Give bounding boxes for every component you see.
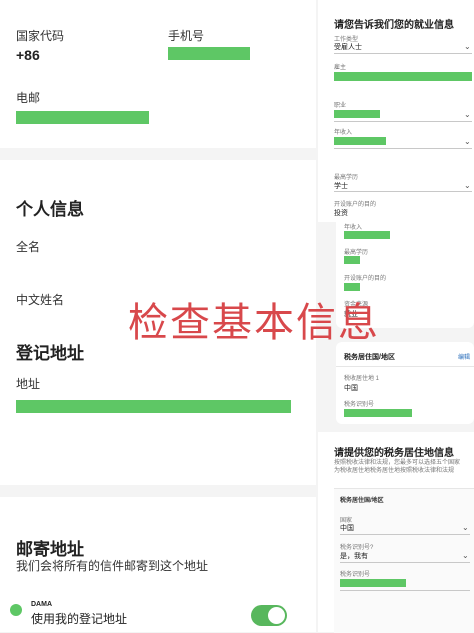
annual-income-label: 年收入 <box>334 130 353 136</box>
tax-card-tin-redacted <box>344 409 412 417</box>
summary-account-purpose-label: 开设账户的目的 <box>344 276 387 282</box>
use-registered-address-toggle[interactable] <box>251 605 287 626</box>
country-code-value[interactable]: +86 <box>16 47 40 63</box>
country-code-label: 国家代码 <box>16 29 65 43</box>
card-tag: DAMA <box>31 601 52 608</box>
personal-info-title: 个人信息 <box>16 200 84 219</box>
annual-income-value-redacted[interactable] <box>334 137 386 145</box>
tax-info-inner-card: 税务居住国/地区 国家 中国 ⌄ 税务识别号? 是，我有 ⌄ 税务识别号 <box>334 488 474 633</box>
tax-tin-redacted[interactable] <box>340 579 406 587</box>
occupation-label: 职业 <box>334 103 347 109</box>
summary-education-label: 最高学历 <box>344 250 369 256</box>
tax-country-chevron-icon[interactable]: ⌄ <box>462 523 469 532</box>
tax-residence-card: 税务居住国/地区 编辑 税收居住地 1 中国 税务识别号 <box>336 342 474 424</box>
phone-value-redacted[interactable] <box>168 47 250 60</box>
overlay-title: 检查基本信息 <box>128 300 380 346</box>
education-chevron-icon[interactable]: ⌄ <box>464 181 471 190</box>
tax-country-underline <box>340 534 470 535</box>
status-dot <box>10 604 22 616</box>
tax-residence-1-label: 税收居住地 1 <box>344 376 380 382</box>
occupation-value-redacted[interactable] <box>334 110 380 118</box>
summary-annual-income-label: 年收入 <box>344 225 363 231</box>
address-label: 地址 <box>16 377 41 391</box>
occupation-underline <box>334 121 472 122</box>
registered-address-title: 登记地址 <box>16 344 84 363</box>
education-underline <box>334 191 472 192</box>
contact-panel: 国家代码 +86 手机号 电邮 <box>0 0 316 148</box>
address-value-redacted[interactable] <box>16 400 291 413</box>
account-purpose-label: 开设账户的目的 <box>334 202 377 208</box>
has-tin-value[interactable]: 是，我有 <box>340 551 368 561</box>
employment-type-chevron-icon[interactable]: ⌄ <box>464 42 471 51</box>
tax-info-desc-line2: 为税收居住地税务居住地按照税收法律和法规 <box>334 468 455 474</box>
employment-title: 请您告诉我们您的就业信息 <box>334 20 454 31</box>
annual-income-chevron-icon[interactable]: ⌄ <box>464 137 471 146</box>
phone-label: 手机号 <box>168 29 205 43</box>
full-name-label: 全名 <box>16 240 41 254</box>
employment-type-value[interactable]: 受雇人士 <box>334 42 362 52</box>
occupation-chevron-icon[interactable]: ⌄ <box>464 110 471 119</box>
has-tin-underline <box>340 562 470 563</box>
tax-tin-label: 税务识别号 <box>340 572 371 578</box>
employment-panel: 请您告诉我们您的就业信息 工作类型 受雇人士 ⌄ 雇主 职业 ⌄ 年收入 ⌄ 最… <box>318 0 474 222</box>
has-tin-chevron-icon[interactable]: ⌄ <box>462 551 469 560</box>
chinese-name-label: 中文姓名 <box>16 293 65 307</box>
tax-info-panel: 请提供您的税务居住地信息 按照税收法律和法规，您最多可以选择五个国家 为税收居住… <box>318 432 474 633</box>
tax-tin-underline <box>340 590 470 591</box>
employer-value-redacted[interactable] <box>334 72 472 81</box>
tax-info-section-label: 税务居住国/地区 <box>340 498 384 504</box>
tax-card-tin-label: 税务识别号 <box>344 402 375 408</box>
tax-country-value[interactable]: 中国 <box>340 523 354 533</box>
education-value[interactable]: 学士 <box>334 181 348 191</box>
use-registered-address-label: 使用我的登记地址 <box>31 612 128 626</box>
toggle-knob <box>268 607 285 624</box>
education-label: 最高学历 <box>334 175 359 181</box>
email-label: 电邮 <box>16 91 41 105</box>
employer-label: 雇主 <box>334 65 347 71</box>
email-value-redacted[interactable] <box>16 111 149 124</box>
employment-type-underline <box>334 53 472 54</box>
has-tin-label: 税务识别号? <box>340 545 374 551</box>
annual-income-underline <box>334 148 472 149</box>
tax-residence-1-value: 中国 <box>344 385 358 392</box>
tax-residence-edit-link[interactable]: 编辑 <box>458 352 470 361</box>
summary-annual-income-redacted <box>344 231 390 239</box>
account-purpose-value[interactable]: 投资 <box>334 208 348 218</box>
mailing-address-subtitle: 我们会将所有的信件邮寄到这个地址 <box>16 559 209 573</box>
tax-card-divider <box>336 366 474 367</box>
summary-education-redacted <box>344 256 360 264</box>
tax-residence-card-title: 税务居住国/地区 <box>344 354 395 361</box>
